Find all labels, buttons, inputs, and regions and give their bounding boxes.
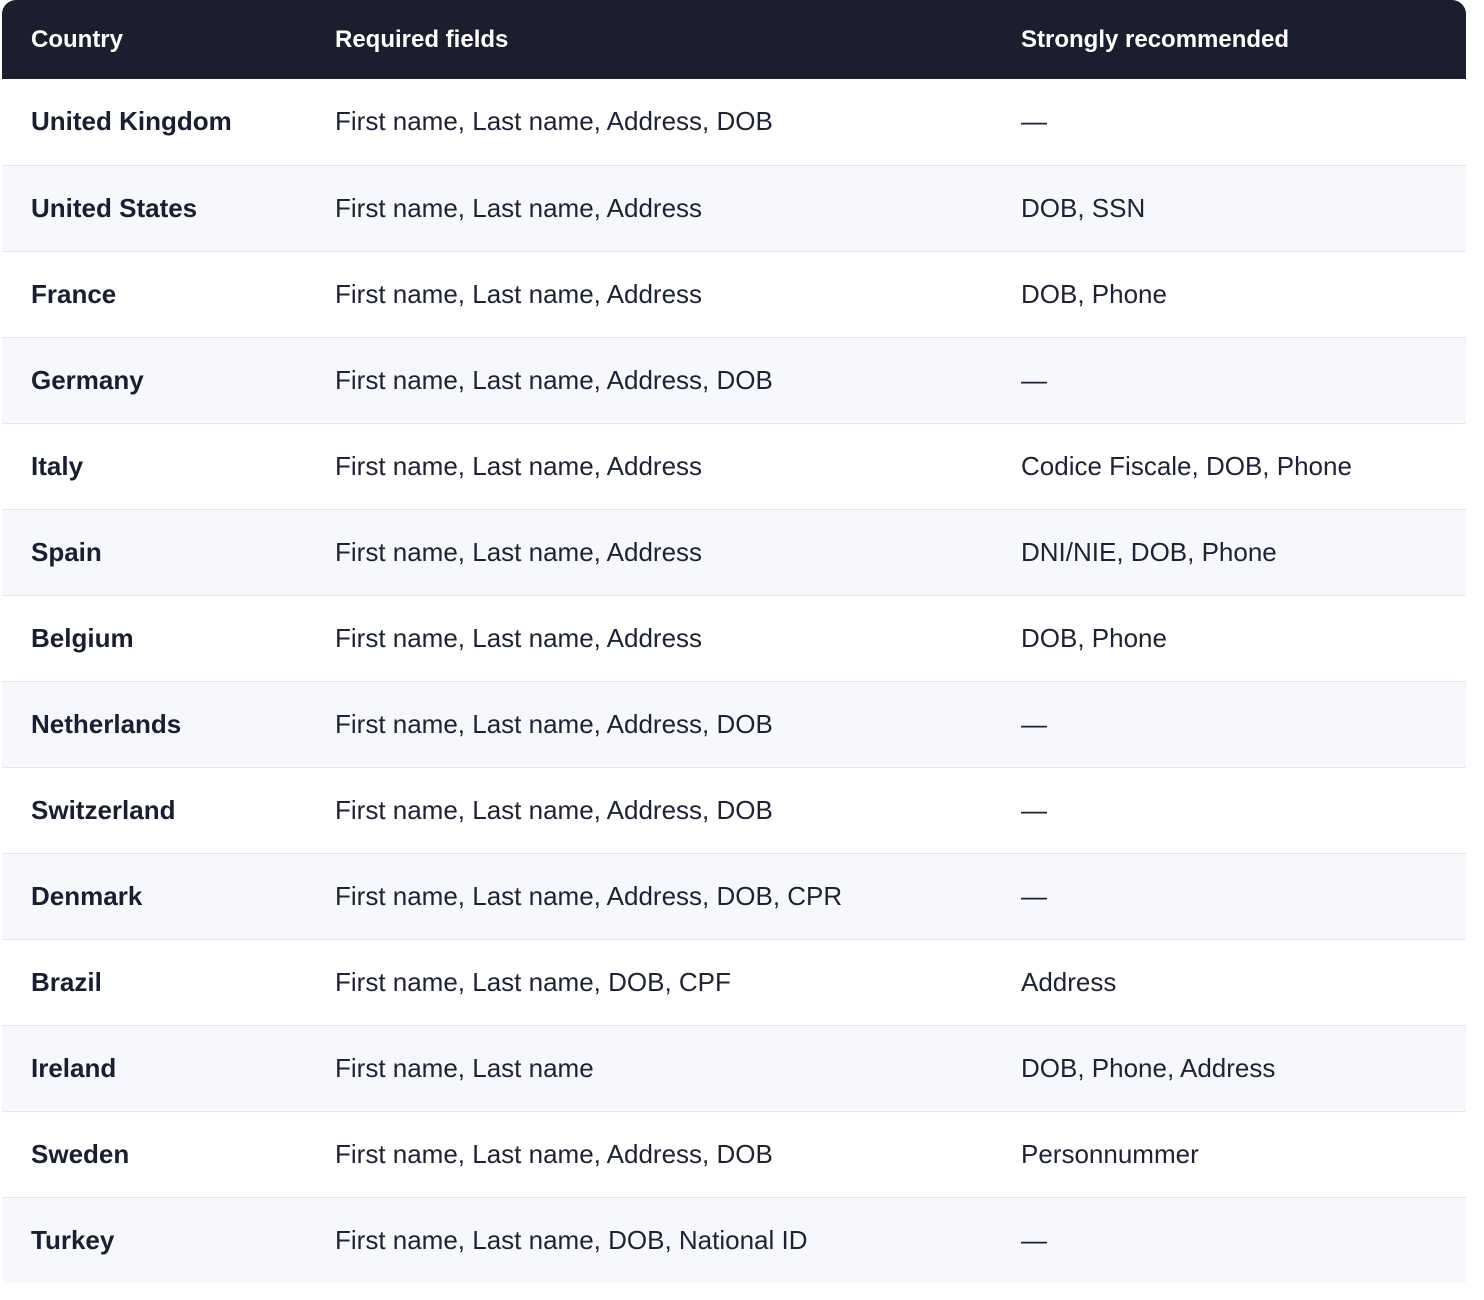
table-body: United Kingdom First name, Last name, Ad… [2,79,1466,1283]
table-row: Switzerland First name, Last name, Addre… [2,767,1466,853]
table-row: Ireland First name, Last name DOB, Phone… [2,1025,1466,1111]
country-cell: Ireland [31,1052,117,1083]
required-fields-cell: First name, Last name, Address, DOB [335,1138,773,1169]
recommended-cell: DOB, Phone [1021,622,1167,653]
recommended-cell: Personnummer [1021,1138,1199,1169]
table-row: Spain First name, Last name, Address DNI… [2,509,1466,595]
recommended-cell: — [1021,880,1047,911]
header-country: Country [31,25,123,53]
table-row: Denmark First name, Last name, Address, … [2,853,1466,939]
recommended-cell: — [1021,794,1047,825]
required-fields-cell: First name, Last name, Address, DOB [335,106,773,137]
required-fields-cell: First name, Last name, Address [335,450,703,481]
country-cell: Belgium [31,622,134,653]
table-row: Netherlands First name, Last name, Addre… [2,681,1466,767]
table-row: Belgium First name, Last name, Address D… [2,595,1466,681]
required-fields-cell: First name, Last name, Address, DOB [335,364,773,395]
table-row: Turkey First name, Last name, DOB, Natio… [2,1197,1466,1283]
table-row: Brazil First name, Last name, DOB, CPF A… [2,939,1466,1025]
recommended-cell: DOB, Phone [1021,278,1167,309]
table-row: United Kingdom First name, Last name, Ad… [2,79,1466,165]
required-fields-cell: First name, Last name [335,1052,594,1083]
country-cell: Germany [31,364,144,395]
country-cell: Italy [31,450,84,481]
recommended-cell: DNI/NIE, DOB, Phone [1021,536,1277,567]
country-cell: Brazil [31,966,102,997]
recommended-cell: DOB, SSN [1021,192,1146,223]
header-strongly-recommended: Strongly recommended [1021,25,1290,53]
required-fields-cell: First name, Last name, DOB, National ID [335,1224,808,1255]
country-cell: Turkey [31,1224,115,1255]
recommended-cell: — [1021,106,1047,137]
table-row: Germany First name, Last name, Address, … [2,337,1466,423]
recommended-cell: Address [1021,966,1117,997]
table-row: Sweden First name, Last name, Address, D… [2,1111,1466,1197]
recommended-cell: DOB, Phone, Address [1021,1052,1276,1083]
recommended-cell: Codice Fiscale, DOB, Phone [1021,450,1352,481]
country-cell: Switzerland [31,794,176,825]
required-fields-cell: First name, Last name, Address [335,622,703,653]
recommended-cell: — [1021,1224,1047,1255]
required-fields-cell: First name, Last name, Address [335,278,703,309]
required-fields-cell: First name, Last name, Address [335,192,703,223]
country-requirements-table: Country Required fields Strongly recomme… [2,0,1466,1283]
country-cell: Spain [31,536,102,567]
country-cell: Netherlands [31,708,182,739]
required-fields-cell: First name, Last name, Address, DOB, CPR [335,880,843,911]
required-fields-cell: First name, Last name, Address [335,536,703,567]
table-header: Country Required fields Strongly recomme… [2,0,1466,79]
required-fields-cell: First name, Last name, DOB, CPF [335,966,731,997]
required-fields-cell: First name, Last name, Address, DOB [335,708,773,739]
country-cell: United Kingdom [31,106,232,137]
country-cell: Denmark [31,880,143,911]
header-row: Country Required fields Strongly recomme… [2,0,1466,79]
recommended-cell: — [1021,708,1047,739]
country-cell: France [31,278,117,309]
recommended-cell: — [1021,364,1047,395]
country-cell: Sweden [31,1138,130,1169]
country-cell: United States [31,192,198,223]
header-required-fields: Required fields [335,25,509,53]
country-requirements-table-wrapper: Country Required fields Strongly recomme… [2,0,1466,1283]
table-row: France First name, Last name, Address DO… [2,251,1466,337]
required-fields-cell: First name, Last name, Address, DOB [335,794,773,825]
table-row: United States First name, Last name, Add… [2,165,1466,251]
table-row: Italy First name, Last name, Address Cod… [2,423,1466,509]
